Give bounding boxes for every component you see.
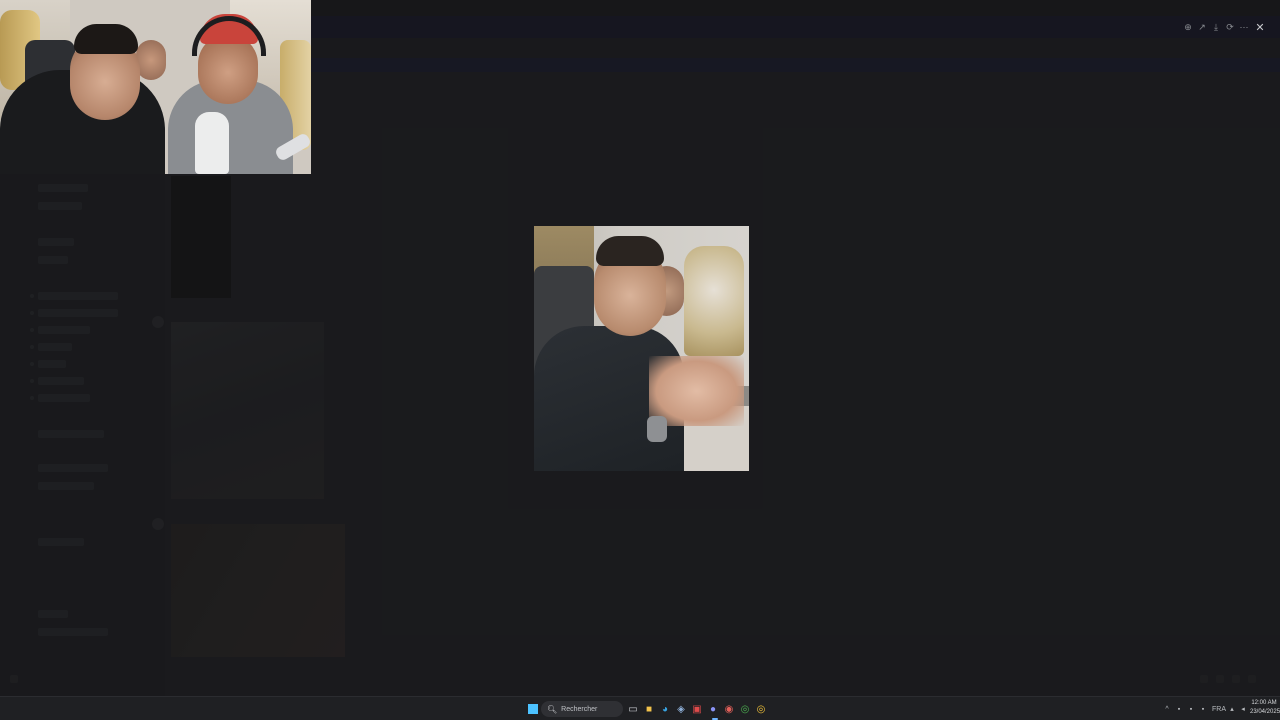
- external-open-icon[interactable]: ↗: [1196, 20, 1208, 34]
- close-viewer-button[interactable]: ✕: [1252, 20, 1268, 34]
- download-icon[interactable]: ⤓: [1210, 20, 1222, 34]
- task-view-icon[interactable]: ▭: [626, 702, 640, 716]
- language-indicator[interactable]: FRA: [1212, 702, 1226, 716]
- taskbar-clock[interactable]: 12:00 AM 23/04/2025: [1250, 699, 1280, 717]
- app-icon[interactable]: ◈: [674, 702, 688, 716]
- chevron-up-icon[interactable]: ^: [1162, 702, 1172, 716]
- tray-app-icon[interactable]: ▪: [1198, 702, 1208, 716]
- forward-icon[interactable]: ⟳: [1224, 20, 1236, 34]
- speaker-icon[interactable]: ◂: [1238, 702, 1248, 716]
- search-icon: 🔍︎: [547, 704, 558, 714]
- file-explorer-icon[interactable]: ■: [642, 702, 656, 716]
- webcam-overlay: [0, 0, 311, 174]
- viewer-toolbar: ⊕ ↗ ⤓ ⟳ ⋯ ✕: [1182, 20, 1268, 34]
- app-active-icon[interactable]: ◉: [722, 702, 736, 716]
- search-placeholder: Rechercher: [561, 705, 598, 713]
- viewed-image[interactable]: [534, 226, 749, 471]
- more-icon[interactable]: ⋯: [1238, 20, 1250, 34]
- windows-taskbar: 🔍︎ Rechercher ▭ ■ ◕ ◈ ▣ ● ◉ ◎ ◎ ^ ▪ ▪ ▪ …: [0, 696, 1280, 720]
- taskbar-search-input[interactable]: 🔍︎ Rechercher: [541, 701, 623, 717]
- start-icon[interactable]: [526, 702, 540, 716]
- clock-time: 12:00 AM: [1251, 700, 1277, 706]
- chrome-alt-icon[interactable]: ◎: [754, 702, 768, 716]
- edge-icon[interactable]: ◕: [658, 702, 672, 716]
- clock-date: 23/04/2025: [1250, 709, 1280, 715]
- app-red-icon[interactable]: ▣: [690, 702, 704, 716]
- tray-app-icon[interactable]: ▪: [1174, 702, 1184, 716]
- zoom-in-icon[interactable]: ⊕: [1182, 20, 1194, 34]
- discord-icon[interactable]: ●: [706, 702, 720, 716]
- chrome-icon[interactable]: ◎: [738, 702, 752, 716]
- network-icon[interactable]: ▴: [1228, 702, 1236, 716]
- tray-app-icon[interactable]: ▪: [1186, 702, 1196, 716]
